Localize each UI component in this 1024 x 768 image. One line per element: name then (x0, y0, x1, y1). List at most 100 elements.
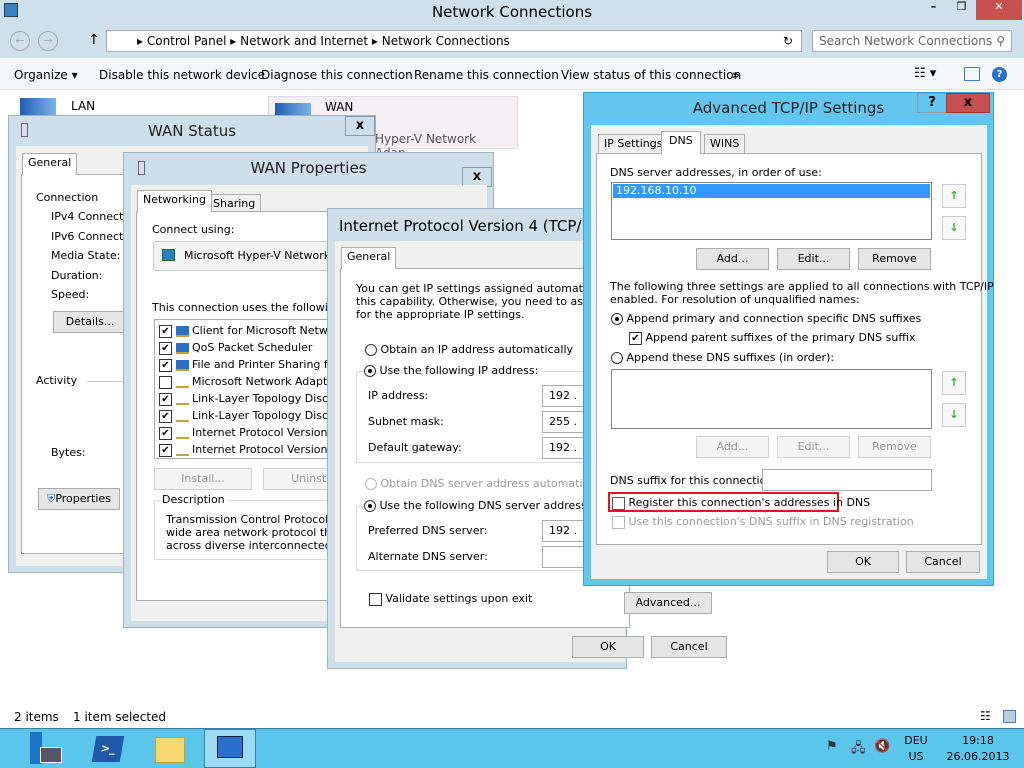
component-icon (175, 325, 189, 337)
component-checkbox[interactable]: ✔ (159, 409, 172, 423)
action-center-icon[interactable]: ⚑ (826, 739, 838, 754)
component-checkbox[interactable]: ✔ (159, 392, 172, 406)
remove-suffix-button[interactable]: Remove (858, 436, 931, 458)
use-suffix-checkbox[interactable]: Use this connection's DNS suffix in DNS … (612, 515, 914, 529)
cancel-button[interactable]: Cancel (906, 551, 980, 573)
list-item[interactable]: Microsoft Network Adapter I (155, 373, 353, 390)
install-button[interactable]: Install... (154, 468, 252, 490)
suffix-down-icon[interactable]: ↓ (942, 403, 966, 427)
minimize-button[interactable]: – (920, 0, 947, 20)
component-checkbox[interactable]: ✔ (159, 324, 172, 338)
list-item[interactable]: ✔ Link-Layer Topology Discov (155, 407, 353, 424)
tab-general[interactable]: General (22, 153, 78, 175)
dialog-title: WAN Status (147, 122, 237, 140)
breadcrumb-network-internet[interactable]: Network and Internet (240, 34, 368, 48)
large-icons-view-icon[interactable] (1003, 710, 1016, 723)
list-item[interactable]: 192.168.10.10 (613, 184, 930, 198)
server-manager-icon[interactable] (30, 732, 64, 766)
dns-server-list[interactable]: 192.168.10.10 (611, 182, 932, 240)
back-icon[interactable]: ← (10, 31, 30, 51)
help-button[interactable]: ? (917, 93, 947, 113)
tab-general[interactable]: General (341, 247, 397, 269)
edit-dns-button[interactable]: Edit... (777, 248, 850, 270)
properties-button[interactable]: ⛨Properties (38, 488, 120, 510)
append-primary-radio[interactable]: Append primary and connection specific D… (611, 312, 921, 325)
list-item[interactable]: ✔ Link-Layer Topology Discov (155, 390, 353, 407)
tab-networking[interactable]: Networking (137, 190, 212, 212)
list-item[interactable]: ✔ QoS Packet Scheduler (155, 339, 353, 356)
connection-item-lan[interactable]: LAN (18, 96, 258, 116)
list-item[interactable]: ✔ Client for Microsoft Network (155, 322, 353, 339)
breadcrumb-control-panel[interactable]: Control Panel (147, 34, 227, 48)
use-dns-radio[interactable]: Use the following DNS server addresses: (364, 499, 607, 512)
component-checkbox[interactable]: ✔ (159, 443, 172, 457)
volume-muted-icon[interactable]: 🔇 (874, 739, 890, 754)
advanced-tcpip-dialog: Advanced TCP/IP Settings ? x IP Settings… (583, 92, 994, 586)
network-tray-icon[interactable]: 🖧 (851, 739, 866, 761)
list-item[interactable]: ✔ File and Printer Sharing for M (155, 356, 353, 373)
ok-button[interactable]: OK (572, 636, 644, 658)
close-button[interactable]: ✕ (976, 0, 1022, 20)
search-icon: ⚲ (996, 34, 1005, 48)
up-icon[interactable]: ↑ (88, 32, 100, 48)
refresh-icon[interactable]: ↻ (783, 31, 793, 51)
clock[interactable]: 19:18 26.06.2013 (940, 733, 1016, 765)
help-icon[interactable]: ? (992, 67, 1007, 82)
list-item[interactable]: ✔ Internet Protocol Version 4 ( (155, 441, 353, 458)
preview-pane-icon[interactable] (964, 67, 980, 81)
close-button[interactable]: x (462, 167, 492, 187)
rename-button[interactable]: Rename this connection (414, 62, 559, 88)
dns-suffix-list[interactable] (611, 369, 932, 429)
search-input[interactable]: Search Network Connections ⚲ (812, 30, 1012, 52)
component-checkbox[interactable]: ✔ (159, 341, 172, 355)
list-item[interactable]: ✔ Internet Protocol Version 6 ( (155, 424, 353, 441)
forward-icon[interactable]: → (38, 31, 58, 51)
tab-wins[interactable]: WINS (704, 134, 746, 153)
maximize-button[interactable]: ❐ (948, 0, 975, 20)
component-checkbox[interactable]: ✔ (159, 358, 172, 372)
move-up-icon[interactable]: ↑ (942, 184, 966, 208)
component-icon (175, 445, 189, 456)
cancel-button[interactable]: Cancel (651, 636, 727, 658)
diagnose-button[interactable]: Diagnose this connection (261, 62, 413, 88)
tab-ip-settings[interactable]: IP Settings (598, 134, 669, 153)
append-parent-checkbox[interactable]: ✔ Append parent suffixes of the primary … (629, 331, 915, 345)
tab-sharing[interactable]: Sharing (207, 194, 262, 212)
append-these-radio[interactable]: Append these DNS suffixes (in order): (611, 351, 834, 364)
move-down-icon[interactable]: ↓ (942, 216, 966, 240)
add-suffix-button[interactable]: Add... (696, 436, 769, 458)
component-checkbox[interactable]: ✔ (159, 426, 172, 440)
validate-checkbox[interactable]: Validate settings upon exit (369, 592, 532, 606)
powershell-icon[interactable]: >_ (91, 736, 125, 762)
status-item-count: 2 items (14, 710, 59, 724)
register-dns-checkbox[interactable]: Register this connection's addresses in … (612, 496, 870, 510)
view-status-button[interactable]: View status of this connection (561, 62, 741, 88)
edit-suffix-button[interactable]: Edit... (777, 436, 850, 458)
breadcrumb-network-connections[interactable]: Network Connections (382, 34, 510, 48)
advanced-button[interactable]: Advanced... (624, 592, 712, 614)
close-button[interactable]: x (345, 116, 375, 136)
address-bar[interactable]: ▸ Control Panel ▸ Network and Internet ▸… (106, 30, 802, 52)
obtain-dns-radio[interactable]: Obtain DNS server address automatically (365, 477, 608, 490)
view-options-icon[interactable]: ☷ ▾ (914, 66, 936, 81)
remove-dns-button[interactable]: Remove (858, 248, 931, 270)
input-language[interactable]: DEU US (904, 733, 928, 765)
suffix-up-icon[interactable]: ↑ (942, 371, 966, 395)
disable-device-button[interactable]: Disable this network device (99, 62, 265, 88)
dns-suffix-field[interactable] (762, 469, 932, 491)
organize-menu[interactable]: Organize ▾ (14, 62, 78, 88)
network-adapter-icon (162, 249, 175, 261)
control-panel-taskbar-button[interactable] (204, 729, 256, 768)
details-button[interactable]: Details... (53, 311, 127, 333)
obtain-ip-radio[interactable]: Obtain an IP address automatically (365, 343, 573, 356)
file-explorer-icon[interactable] (155, 737, 185, 763)
component-checkbox[interactable] (159, 375, 172, 389)
use-ip-radio[interactable]: Use the following IP address: (364, 364, 543, 377)
details-view-icon[interactable]: ☷ (980, 709, 991, 723)
ok-button[interactable]: OK (827, 551, 899, 573)
more-button[interactable]: » (732, 62, 740, 88)
components-list[interactable]: ✔ Client for Microsoft Network ✔ QoS Pack… (154, 319, 354, 459)
tab-dns[interactable]: DNS (661, 131, 701, 154)
close-button[interactable]: x (946, 93, 990, 113)
add-dns-button[interactable]: Add... (696, 248, 769, 270)
